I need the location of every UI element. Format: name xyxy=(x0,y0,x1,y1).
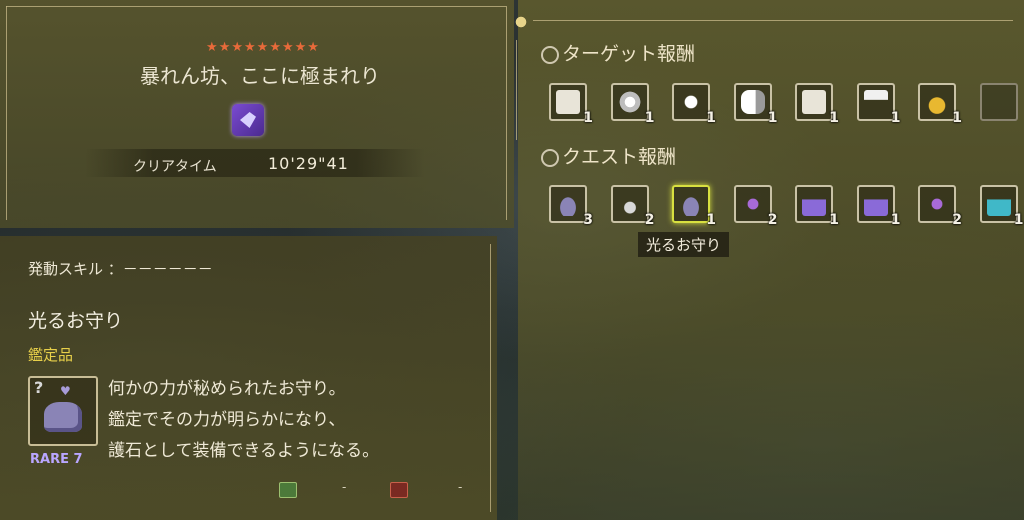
quest-rewards-title: クエスト報酬 xyxy=(562,146,677,168)
reward-slot[interactable]: 1 xyxy=(549,83,593,126)
description-line: 鑑定でその力が明らかになり、 xyxy=(108,410,346,430)
gold-bag-icon xyxy=(925,90,949,114)
claw-icon xyxy=(679,90,703,114)
reward-count: 2 xyxy=(644,212,655,228)
item-description: 何かの力が秘められたお守り。 鑑定でその力が明らかになり、 護石として装備できる… xyxy=(108,374,379,467)
rock-shape xyxy=(44,402,82,432)
clear-time-label: クリアタイム xyxy=(133,159,217,175)
sparkle-icon: ♥ xyxy=(60,384,71,398)
item-name: 光るお守り xyxy=(28,310,124,332)
gem-icon xyxy=(925,192,949,216)
potion-icon xyxy=(617,192,642,216)
value-dash: - xyxy=(458,480,463,494)
reward-count: 1 xyxy=(767,110,778,126)
quest-star-rating: ★★★★★★★★★ xyxy=(206,40,320,55)
reward-slot[interactable]: 1 xyxy=(856,185,901,228)
frame-line xyxy=(533,20,1013,21)
item-type: 鑑定品 xyxy=(28,346,74,364)
reward-count: 1 xyxy=(952,110,962,126)
reward-count: 2 xyxy=(952,212,962,228)
reward-count: 1 xyxy=(829,110,839,126)
tail-icon xyxy=(740,90,765,114)
slot-green-icon xyxy=(279,482,297,498)
reward-slot[interactable]: 2 xyxy=(918,185,962,228)
scale-icon xyxy=(617,90,642,114)
reward-slot[interactable] xyxy=(979,83,1018,121)
reward-slot[interactable]: 1 xyxy=(795,185,839,228)
description-line: 護石として装備できるようになる。 xyxy=(108,441,380,461)
unknown-mark-icon: ? xyxy=(34,378,44,397)
reward-count: 1 xyxy=(829,212,839,228)
ore-icon xyxy=(986,192,1011,216)
ingot-icon xyxy=(802,192,826,216)
charm-rock-icon: ? ♥ xyxy=(28,376,98,446)
frame-line xyxy=(6,6,506,7)
frame-line xyxy=(516,40,517,140)
fang-icon xyxy=(863,90,888,114)
charm-rock-icon xyxy=(556,192,580,216)
reward-count: 3 xyxy=(583,212,593,228)
reward-count: 1 xyxy=(706,110,716,126)
scroll-icon xyxy=(556,90,580,114)
frame-line xyxy=(506,6,507,220)
item-rarity: RARE 7 xyxy=(30,452,83,467)
reward-count: 1 xyxy=(1013,212,1024,228)
rewards-panel xyxy=(518,0,1024,520)
reward-count: 1 xyxy=(890,110,901,126)
reward-slot[interactable]: 2 xyxy=(610,185,655,228)
reward-count: 2 xyxy=(767,212,778,228)
description-line: 何かの力が秘められたお守り。 xyxy=(108,379,346,399)
reward-slot[interactable]: 1 xyxy=(672,83,716,126)
quest-title: 暴れん坊、ここに極まれり xyxy=(140,64,380,88)
clear-time-value: 10'29"41 xyxy=(268,154,349,173)
target-rewards-title: ターゲット報酬 xyxy=(562,43,696,65)
reward-count: 1 xyxy=(890,212,901,228)
item-tooltip: 光るお守り xyxy=(638,232,730,257)
active-skill-line: 発動スキル ：－－－－－－ xyxy=(28,260,213,278)
section-bullet-icon xyxy=(541,46,559,64)
frame-line xyxy=(6,6,7,220)
reward-slot[interactable]: 1 xyxy=(610,83,655,126)
reward-slot[interactable]: 1 xyxy=(856,83,901,126)
reward-slot[interactable]: 2 xyxy=(733,185,778,228)
charm-rock-icon xyxy=(679,192,703,216)
reward-count: 1 xyxy=(706,212,716,228)
reward-count: 1 xyxy=(583,110,593,126)
reward-slot[interactable]: 1 xyxy=(918,83,962,126)
quest-type-icon xyxy=(232,104,264,136)
reward-slot[interactable]: 1 xyxy=(795,83,839,126)
scroll-icon xyxy=(802,90,826,114)
reward-slot[interactable]: 1 xyxy=(672,185,716,228)
gem-icon xyxy=(740,192,765,216)
sun-emblem-icon xyxy=(509,10,533,34)
value-dash: - xyxy=(342,480,347,494)
frame-line xyxy=(490,244,491,512)
ingot-icon xyxy=(863,192,888,216)
reward-slot[interactable]: 1 xyxy=(979,185,1024,228)
chest-red-icon xyxy=(390,482,408,498)
reward-slot[interactable]: 3 xyxy=(549,185,593,228)
reward-slot[interactable]: 1 xyxy=(733,83,778,126)
section-bullet-icon xyxy=(541,149,559,167)
reward-count: 1 xyxy=(644,110,655,126)
